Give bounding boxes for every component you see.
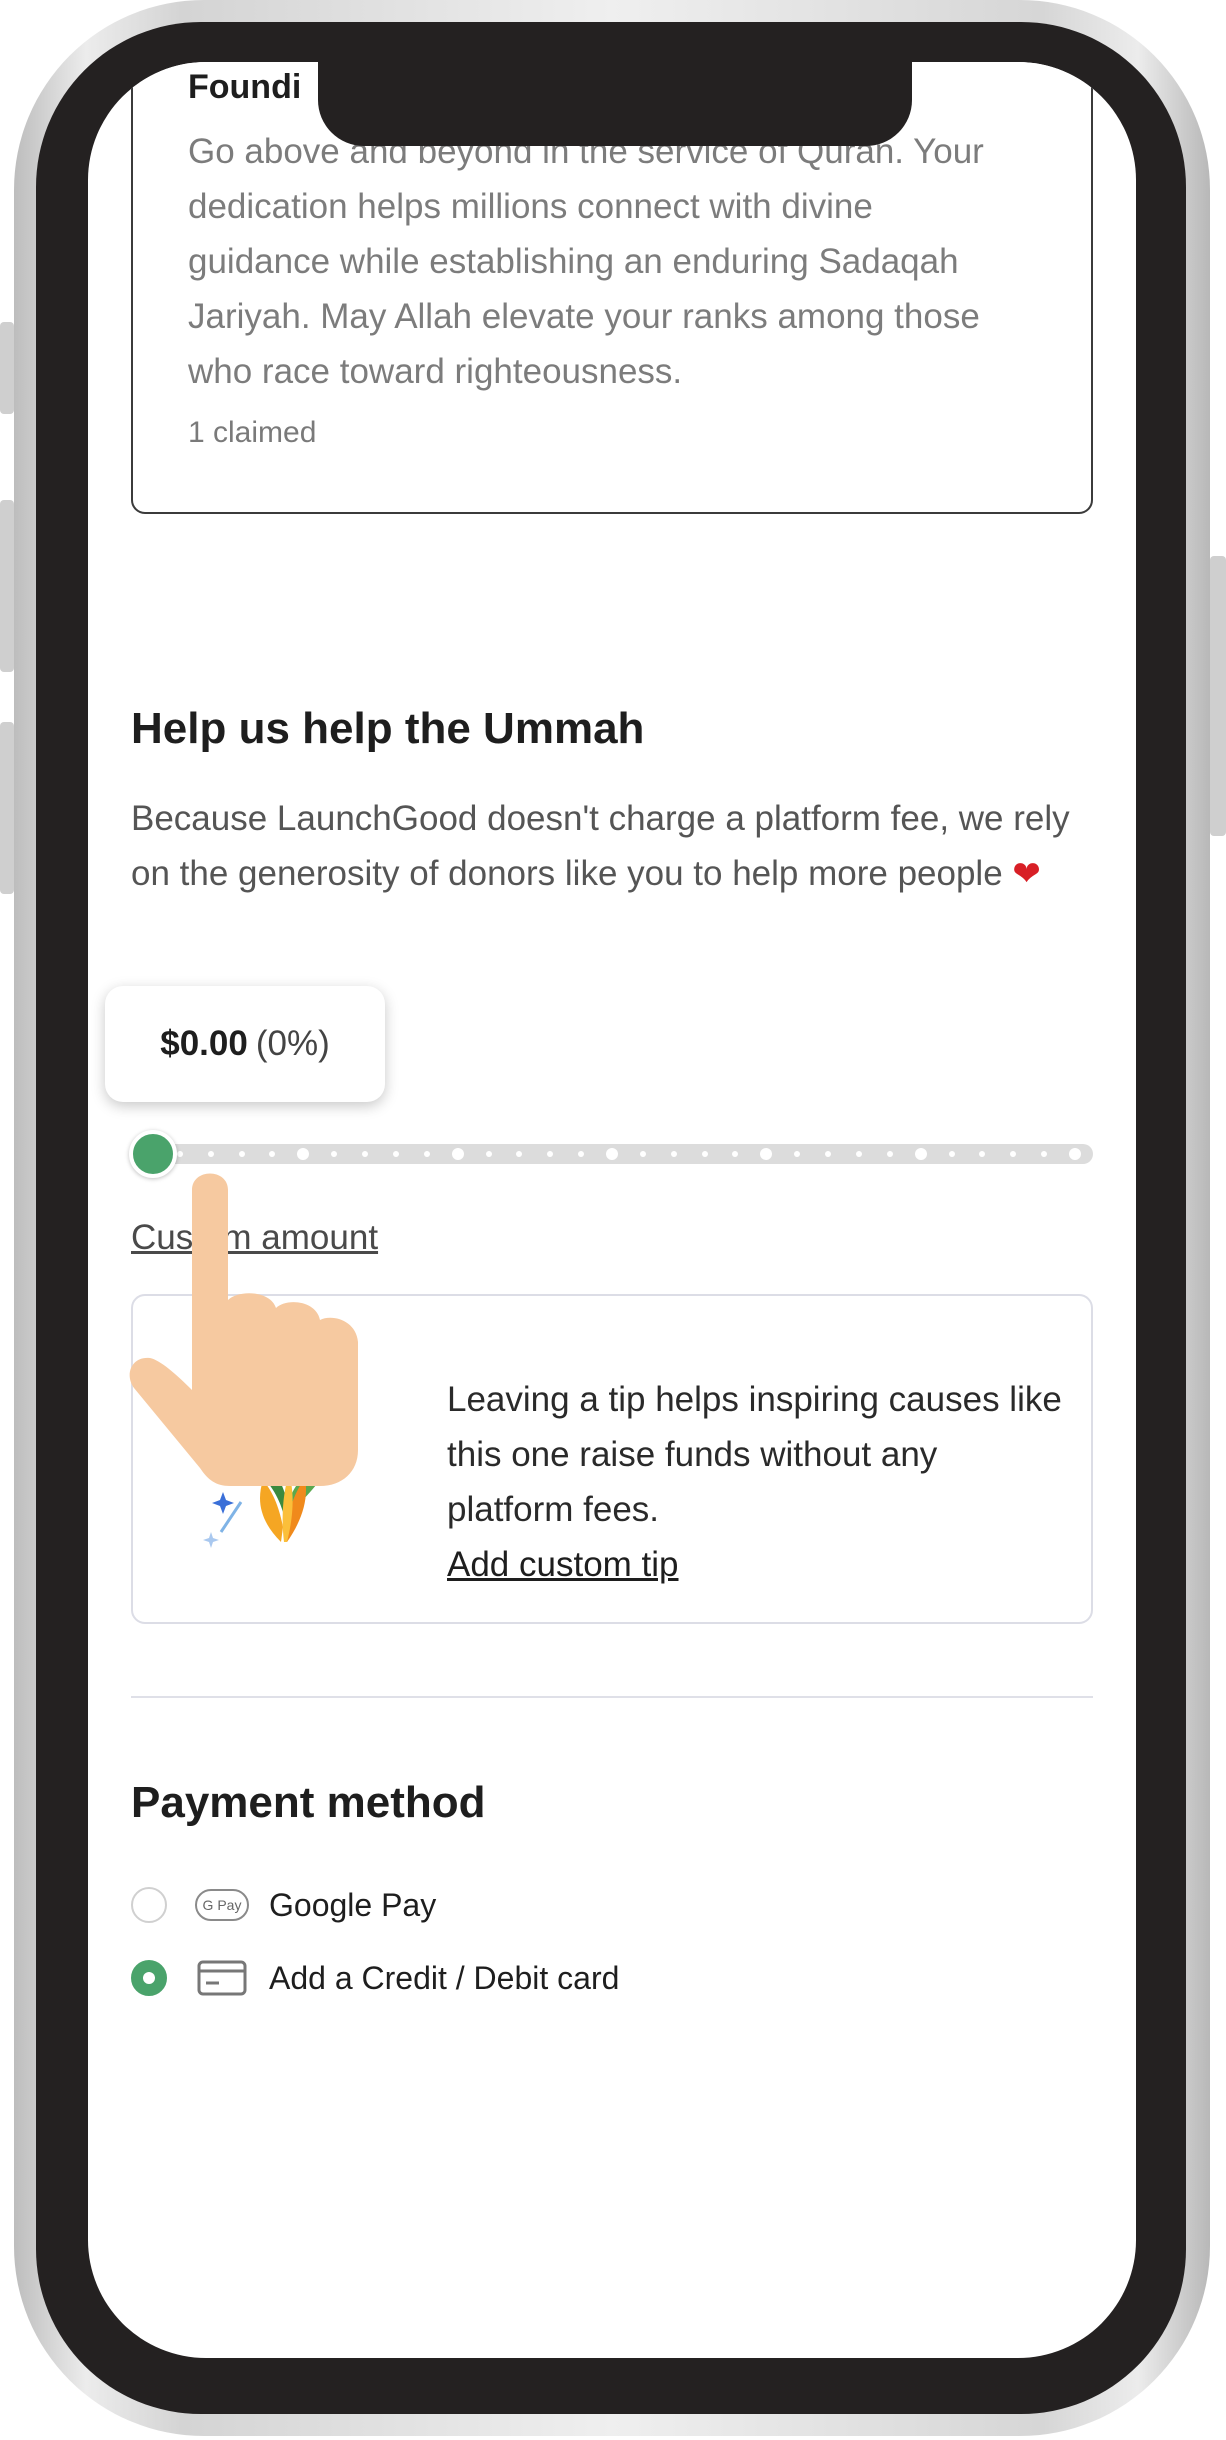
- card-radio[interactable]: [131, 1960, 167, 1996]
- google-pay-icon: G Pay: [195, 1889, 249, 1921]
- help-section-title: Help us help the Ummah: [131, 704, 645, 753]
- slider-tick: [732, 1151, 739, 1157]
- google-pay-label: Google Pay: [269, 1886, 437, 1923]
- slider-tick: [670, 1151, 677, 1157]
- slider-tick: [979, 1151, 986, 1157]
- slider-tick: [547, 1151, 554, 1157]
- help-section-description: Because LaunchGood doesn't charge a plat…: [131, 791, 1091, 902]
- slider-tick: [392, 1151, 399, 1157]
- heart-icon: ❤: [1012, 855, 1041, 893]
- volume-down-button: [0, 722, 14, 894]
- slider-tick: [1069, 1148, 1081, 1160]
- slider-tick: [485, 1151, 492, 1157]
- slider-tick: [423, 1151, 430, 1157]
- card-label: Add a Credit / Debit card: [269, 1959, 620, 1996]
- tip-amount-value: $0.00: [160, 1024, 248, 1063]
- slider-tick: [794, 1151, 801, 1157]
- tap-gesture-hand-icon: [129, 1173, 358, 1486]
- founding-tier-claimed-count: 1 claimed: [188, 416, 317, 449]
- volume-up-button: [0, 500, 14, 672]
- payment-option-google-pay[interactable]: G Pay Google Pay: [131, 1882, 436, 1928]
- phone-screen: Foundi Go above and beyond in the servic…: [88, 62, 1136, 2358]
- slider-tick: [606, 1148, 618, 1160]
- tip-percent-value: (0%): [255, 1024, 330, 1063]
- slider-tick: [886, 1151, 893, 1157]
- slider-tick: [451, 1148, 464, 1160]
- slider-tick: [948, 1151, 955, 1157]
- phone-notch: [318, 60, 912, 146]
- slider-tick: [578, 1151, 585, 1157]
- google-pay-radio[interactable]: [131, 1887, 167, 1923]
- tip-info-text-block: Leaving a tip helps inspiring causes lik…: [447, 1372, 1067, 1592]
- payment-method-title: Payment method: [131, 1778, 486, 1827]
- mute-switch: [0, 322, 14, 414]
- add-custom-tip-link[interactable]: Add custom tip: [447, 1537, 1067, 1592]
- slider-tick: [516, 1151, 523, 1157]
- slider-tick: [855, 1151, 862, 1157]
- credit-card-icon: [195, 1960, 249, 1996]
- founding-tier-title: Foundi: [188, 68, 302, 106]
- help-description-text: Because LaunchGood doesn't charge a plat…: [131, 799, 1070, 893]
- payment-option-card[interactable]: Add a Credit / Debit card: [131, 1955, 619, 2001]
- section-divider: [131, 1696, 1093, 1698]
- slider-tick: [639, 1151, 646, 1157]
- tip-amount-tooltip: $0.00 (0%): [105, 986, 385, 1102]
- slider-tick: [914, 1148, 927, 1160]
- power-button: [1210, 556, 1226, 836]
- tip-info-description: Leaving a tip helps inspiring causes lik…: [447, 1380, 1062, 1529]
- slider-tick: [825, 1151, 832, 1157]
- slider-tick: [701, 1151, 708, 1157]
- slider-tick: [760, 1148, 773, 1160]
- slider-tick: [1041, 1151, 1048, 1157]
- slider-tick: [1010, 1151, 1017, 1157]
- founding-tier-description: Go above and beyond in the service of Qu…: [188, 132, 984, 391]
